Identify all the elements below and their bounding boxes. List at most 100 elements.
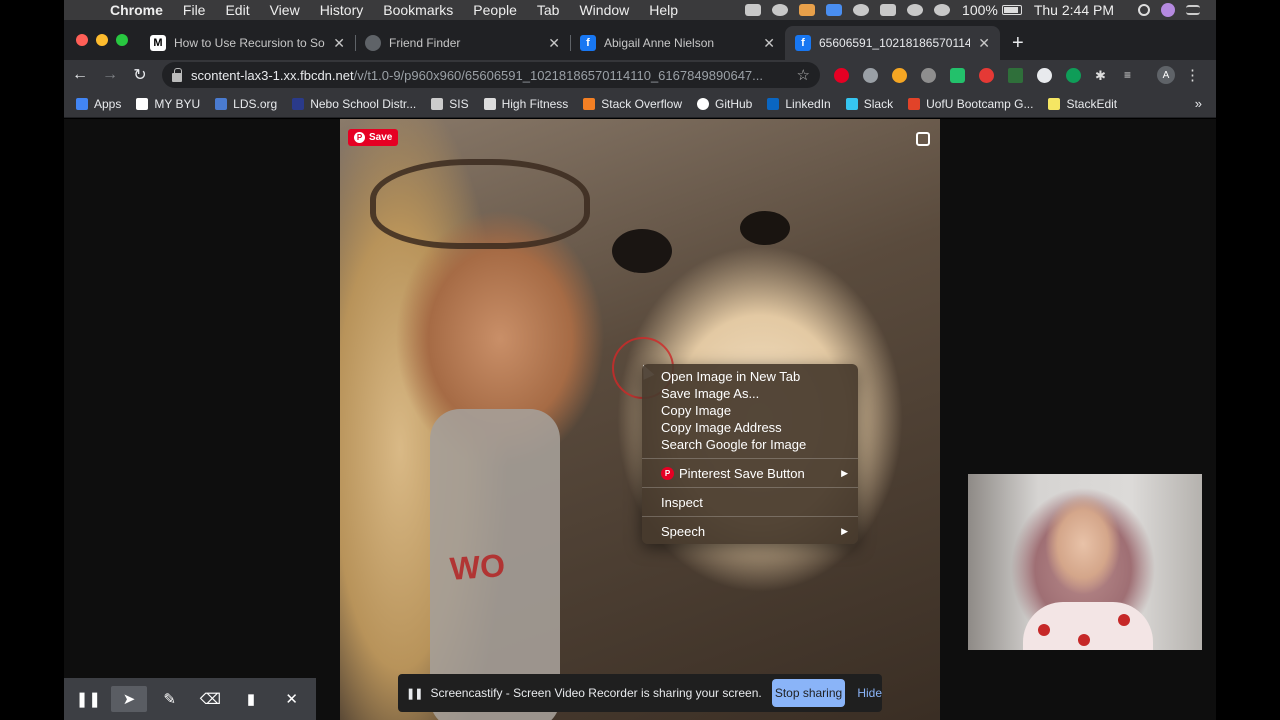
notification-center-icon[interactable] bbox=[1186, 5, 1200, 15]
puzzle-extensions-icon[interactable]: ✱ bbox=[1095, 68, 1110, 83]
battery-percent[interactable]: 100% bbox=[962, 2, 998, 18]
ctx-speech[interactable]: Speech ▶ bbox=[642, 522, 858, 540]
page-viewport: WO P Save Open Image in New Tab Save Ima… bbox=[64, 119, 1216, 720]
bookmark-nebo[interactable]: Nebo School Distr... bbox=[292, 97, 416, 111]
spotlight-search-icon[interactable] bbox=[1138, 4, 1150, 16]
bookmark-github[interactable]: GitHub bbox=[697, 97, 752, 111]
new-tab-button[interactable]: + bbox=[1012, 32, 1024, 55]
bookmark-slack[interactable]: Slack bbox=[845, 97, 893, 111]
reload-icon[interactable]: ↻ bbox=[126, 65, 154, 85]
menu-view[interactable]: View bbox=[270, 2, 300, 18]
pause-recording-icon[interactable]: ❚❚ bbox=[70, 686, 106, 712]
address-bar[interactable]: scontent-lax3-1.xx.fbcdn.net/v/t1.0-9/p9… bbox=[162, 62, 820, 88]
extension-icon[interactable] bbox=[950, 67, 965, 83]
menu-window[interactable]: Window bbox=[579, 2, 629, 18]
extension-icon[interactable] bbox=[1066, 67, 1081, 83]
github-icon bbox=[697, 97, 709, 110]
url-host: scontent-lax3-1.xx.fbcdn.net bbox=[191, 67, 354, 83]
screencastify-icon[interactable] bbox=[979, 67, 994, 83]
pinterest-save-button[interactable]: P Save bbox=[348, 129, 399, 146]
chat-status-icon[interactable] bbox=[826, 4, 843, 16]
extension-icon[interactable] bbox=[1008, 67, 1023, 83]
bookmark-star-icon[interactable]: ☆ bbox=[797, 66, 810, 84]
siri-icon[interactable] bbox=[1161, 3, 1175, 17]
menu-people[interactable]: People bbox=[473, 2, 517, 18]
back-arrow-icon[interactable]: ← bbox=[66, 66, 94, 84]
ctx-copy-image[interactable]: Copy Image bbox=[642, 402, 858, 419]
eraser-tool-icon[interactable]: ⌫ bbox=[192, 686, 228, 712]
fullscreen-icon[interactable] bbox=[916, 132, 930, 146]
more-bookmarks-chevron-icon[interactable]: » bbox=[1195, 96, 1202, 111]
extension-icon[interactable] bbox=[1037, 67, 1052, 83]
close-tab-icon[interactable]: ✕ bbox=[548, 35, 560, 52]
bookmark-apps[interactable]: Apps bbox=[76, 97, 121, 111]
pointer-tool-icon[interactable]: ➤ bbox=[110, 686, 147, 712]
tab-abigail[interactable]: f Abigail Anne Nielson ✕ bbox=[570, 26, 785, 60]
ctx-open-image-new-tab[interactable]: Open Image in New Tab bbox=[642, 368, 858, 385]
bluetooth-icon[interactable] bbox=[907, 4, 924, 16]
menu-file[interactable]: File bbox=[183, 2, 206, 18]
slack-icon bbox=[845, 97, 858, 110]
hide-button[interactable]: Hide bbox=[857, 686, 882, 700]
bookmark-linkedin[interactable]: LinkedIn bbox=[767, 97, 831, 111]
bookmark-sis[interactable]: SIS bbox=[431, 97, 469, 111]
creative-cloud-icon[interactable] bbox=[853, 4, 870, 16]
menu-tab[interactable]: Tab bbox=[537, 2, 560, 18]
webcam-overlay[interactable] bbox=[968, 474, 1202, 650]
menu-history[interactable]: History bbox=[320, 2, 364, 18]
ctx-copy-image-address[interactable]: Copy Image Address bbox=[642, 419, 858, 436]
camera-toggle-icon[interactable]: ▮ bbox=[233, 686, 269, 712]
ctx-pinterest-save-button[interactable]: P Pinterest Save Button ▶ bbox=[642, 464, 858, 482]
pinterest-extension-icon[interactable] bbox=[834, 67, 849, 83]
tab-friend-finder[interactable]: Friend Finder ✕ bbox=[355, 26, 570, 60]
pen-tool-icon[interactable]: ✎ bbox=[152, 686, 188, 712]
media-controls-icon[interactable]: ≡ bbox=[1124, 68, 1139, 83]
close-toolbar-icon[interactable]: ✕ bbox=[274, 686, 310, 712]
bookmark-lds[interactable]: LDS.org bbox=[215, 97, 277, 111]
ctx-inspect[interactable]: Inspect bbox=[642, 493, 858, 511]
tab-title: 65606591_1021818657011411 bbox=[819, 36, 971, 50]
bookmark-uofu-bootcamp[interactable]: UofU Bootcamp G... bbox=[908, 97, 1033, 111]
bookmark-stack-overflow[interactable]: Stack Overflow bbox=[583, 97, 682, 111]
extension-icon[interactable] bbox=[863, 67, 878, 83]
webcam-detail bbox=[1118, 614, 1130, 626]
stop-sharing-button[interactable]: Stop sharing bbox=[771, 679, 846, 707]
extension-icon[interactable] bbox=[921, 67, 936, 83]
camera-status-icon[interactable] bbox=[745, 4, 762, 16]
bookmark-my-byu[interactable]: MY BYU bbox=[136, 97, 200, 111]
bookmarks-bar: Apps MY BYU LDS.org Nebo School Distr...… bbox=[64, 90, 1216, 118]
bookmark-high-fitness[interactable]: High Fitness bbox=[483, 97, 568, 111]
clock[interactable]: Thu 2:44 PM bbox=[1034, 2, 1114, 18]
close-tab-icon[interactable]: ✕ bbox=[978, 35, 990, 52]
linkedin-icon bbox=[767, 97, 780, 110]
menu-edit[interactable]: Edit bbox=[225, 2, 249, 18]
close-tab-icon[interactable]: ✕ bbox=[763, 35, 775, 52]
tab-recursion[interactable]: M How to Use Recursion to Solve ✕ bbox=[140, 26, 355, 60]
photo-detail bbox=[370, 159, 590, 249]
circle-status-icon[interactable] bbox=[772, 4, 789, 16]
bookmark-stackedit[interactable]: StackEdit bbox=[1048, 97, 1117, 111]
grid-status-icon[interactable] bbox=[880, 4, 897, 16]
lock-icon[interactable] bbox=[172, 67, 182, 82]
extensions-area: ✱ ≡ bbox=[834, 67, 1153, 83]
maximize-window-icon[interactable] bbox=[116, 34, 128, 46]
minimize-window-icon[interactable] bbox=[96, 34, 108, 46]
menu-app-name[interactable]: Chrome bbox=[110, 2, 163, 18]
tab-image-active[interactable]: f 65606591_1021818657011411 ✕ bbox=[785, 26, 1000, 60]
battery-icon[interactable] bbox=[1001, 5, 1022, 15]
wifi-icon[interactable] bbox=[934, 4, 951, 16]
ctx-search-google-for-image[interactable]: Search Google for Image bbox=[642, 436, 858, 453]
app-status-icon[interactable] bbox=[799, 4, 816, 16]
ctx-save-image-as[interactable]: Save Image As... bbox=[642, 385, 858, 402]
more-menu-icon[interactable]: ⋮ bbox=[1185, 66, 1200, 84]
close-tab-icon[interactable]: ✕ bbox=[333, 35, 345, 52]
menu-help[interactable]: Help bbox=[649, 2, 678, 18]
tab-title: Abigail Anne Nielson bbox=[604, 36, 715, 50]
profile-avatar[interactable]: A bbox=[1157, 66, 1175, 84]
tab-strip: M How to Use Recursion to Solve ✕ Friend… bbox=[64, 20, 1216, 60]
forward-arrow-icon[interactable]: → bbox=[96, 66, 124, 84]
gitlab-icon bbox=[908, 97, 921, 110]
close-window-icon[interactable] bbox=[76, 34, 88, 46]
menu-bookmarks[interactable]: Bookmarks bbox=[383, 2, 453, 18]
extension-icon[interactable] bbox=[892, 67, 907, 83]
